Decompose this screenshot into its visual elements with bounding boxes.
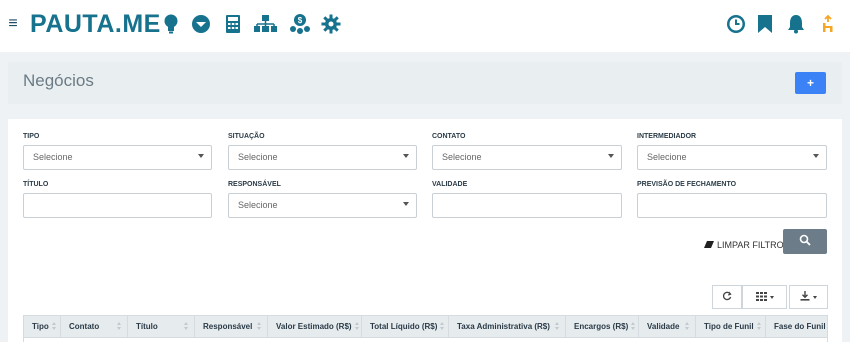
page-title: Negócios bbox=[23, 71, 94, 90]
previsao-label: PREVISÃO DE FECHAMENTO bbox=[637, 181, 737, 188]
column-header-responsavel[interactable]: Responsável bbox=[195, 316, 268, 337]
column-header-contato[interactable]: Contato bbox=[61, 316, 128, 337]
sort-icon bbox=[555, 322, 560, 331]
lightbulb-icon[interactable] bbox=[160, 13, 182, 35]
export-button[interactable] bbox=[789, 285, 828, 309]
chevron-down-icon bbox=[198, 154, 204, 158]
responsavel-select-value: Selecione bbox=[238, 200, 278, 210]
money-users-icon[interactable]: $ bbox=[288, 13, 312, 35]
sitemap-icon[interactable] bbox=[252, 13, 278, 35]
column-header-label: Valor Estimado (R$) bbox=[276, 322, 352, 331]
download-icon bbox=[800, 291, 810, 303]
column-header-encargos[interactable]: Encargos (R$) bbox=[566, 316, 639, 337]
calculator-icon[interactable] bbox=[222, 13, 244, 35]
sort-icon bbox=[257, 322, 262, 331]
column-header-label: Encargos (R$) bbox=[574, 322, 629, 331]
validade-label: VALIDADE bbox=[432, 181, 468, 188]
filter-panel: TIPO SITUAÇÃO CONTATO INTERMEDIADOR Sele… bbox=[8, 119, 842, 342]
previsao-input[interactable] bbox=[637, 193, 827, 218]
chevron-down-icon bbox=[813, 295, 817, 299]
refresh-button[interactable] bbox=[712, 285, 742, 309]
clear-filters-label: LIMPAR FILTROS bbox=[717, 240, 790, 250]
clock-icon[interactable] bbox=[725, 13, 747, 35]
chat-icon[interactable] bbox=[190, 13, 212, 35]
intermediador-select[interactable]: Selecione bbox=[637, 145, 827, 170]
column-header-label: Validade bbox=[647, 322, 680, 331]
contato-label: CONTATO bbox=[432, 133, 466, 140]
person-up-icon[interactable] bbox=[817, 13, 839, 35]
sort-icon bbox=[440, 322, 444, 331]
table-row bbox=[23, 338, 828, 342]
titulo-label: TÍTULO bbox=[23, 181, 49, 188]
tipo-label: TIPO bbox=[23, 133, 40, 140]
chevron-down-icon bbox=[403, 154, 409, 158]
add-business-button[interactable]: + bbox=[795, 72, 826, 94]
top-navbar: ≡ PAUTA.ME $ bbox=[0, 0, 850, 52]
column-header-valor-estimado[interactable]: Valor Estimado (R$) bbox=[268, 316, 362, 337]
chevron-down-icon bbox=[403, 202, 409, 206]
hamburger-menu-icon[interactable]: ≡ bbox=[7, 15, 19, 33]
column-header-validade[interactable]: Validade bbox=[639, 316, 696, 337]
sort-icon bbox=[354, 322, 361, 331]
intermediador-select-value: Selecione bbox=[647, 152, 687, 162]
column-header-tipo-de-funil[interactable]: Tipo de Funil bbox=[696, 316, 766, 337]
column-header-label: Tipo bbox=[32, 322, 49, 331]
clear-filters-link[interactable]: LIMPAR FILTROS bbox=[704, 240, 790, 250]
chevron-down-icon bbox=[769, 295, 774, 299]
column-header-total-liquido[interactable]: Total Líquido (R$) bbox=[362, 316, 449, 337]
column-header-label: Total Líquido (R$) bbox=[370, 322, 438, 331]
situacao-select[interactable]: Selecione bbox=[228, 145, 417, 170]
tipo-select[interactable]: Selecione bbox=[23, 145, 212, 170]
sort-icon bbox=[631, 322, 635, 331]
intermediador-label: INTERMEDIADOR bbox=[637, 133, 697, 140]
search-icon bbox=[799, 233, 811, 251]
chevron-down-icon bbox=[608, 154, 614, 158]
column-header-label: Responsável bbox=[203, 322, 253, 331]
validade-input[interactable] bbox=[432, 193, 622, 218]
column-header-label: Contato bbox=[69, 322, 100, 331]
column-header-taxa-administrativa[interactable]: Taxa Administrativa (R$) bbox=[449, 316, 566, 337]
sort-icon bbox=[184, 322, 189, 331]
column-header-label: Taxa Administrativa (R$) bbox=[457, 322, 550, 331]
titulo-input[interactable] bbox=[23, 193, 212, 218]
sort-icon bbox=[685, 322, 690, 331]
contato-select[interactable]: Selecione bbox=[432, 145, 622, 170]
refresh-icon bbox=[722, 291, 732, 303]
responsavel-label: RESPONSÁVEL bbox=[228, 181, 281, 188]
contato-select-value: Selecione bbox=[442, 152, 482, 162]
situacao-label: SITUAÇÃO bbox=[228, 133, 265, 140]
column-header-label: Tipo de Funil bbox=[704, 322, 754, 331]
columns-toggle-button[interactable] bbox=[742, 285, 787, 309]
bell-icon[interactable] bbox=[785, 13, 807, 35]
column-header-fase-do-funil[interactable]: Fase do Funil bbox=[766, 316, 827, 337]
tipo-select-value: Selecione bbox=[33, 152, 73, 162]
gear-icon[interactable] bbox=[320, 13, 342, 35]
column-header-tipo[interactable]: Tipo bbox=[24, 316, 61, 337]
sort-icon bbox=[117, 322, 122, 331]
chevron-down-icon bbox=[813, 154, 819, 158]
eraser-icon bbox=[704, 240, 714, 250]
sort-icon bbox=[756, 322, 762, 331]
responsavel-select[interactable]: Selecione bbox=[228, 193, 417, 218]
grid-icon bbox=[755, 291, 767, 303]
situacao-select-value: Selecione bbox=[238, 152, 278, 162]
bookmark-icon[interactable] bbox=[754, 13, 776, 35]
search-button[interactable] bbox=[783, 229, 827, 254]
sort-icon bbox=[51, 322, 57, 331]
app-logo[interactable]: PAUTA.ME bbox=[30, 11, 161, 37]
page-header: Negócios + bbox=[8, 62, 842, 104]
column-header-label: Fase do Funil bbox=[774, 322, 826, 331]
business-table-header: Tipo Contato Título Responsável Valor Es… bbox=[23, 315, 828, 338]
svg-text:$: $ bbox=[298, 16, 303, 25]
column-header-label: Título bbox=[136, 322, 158, 331]
column-header-titulo[interactable]: Título bbox=[128, 316, 195, 337]
